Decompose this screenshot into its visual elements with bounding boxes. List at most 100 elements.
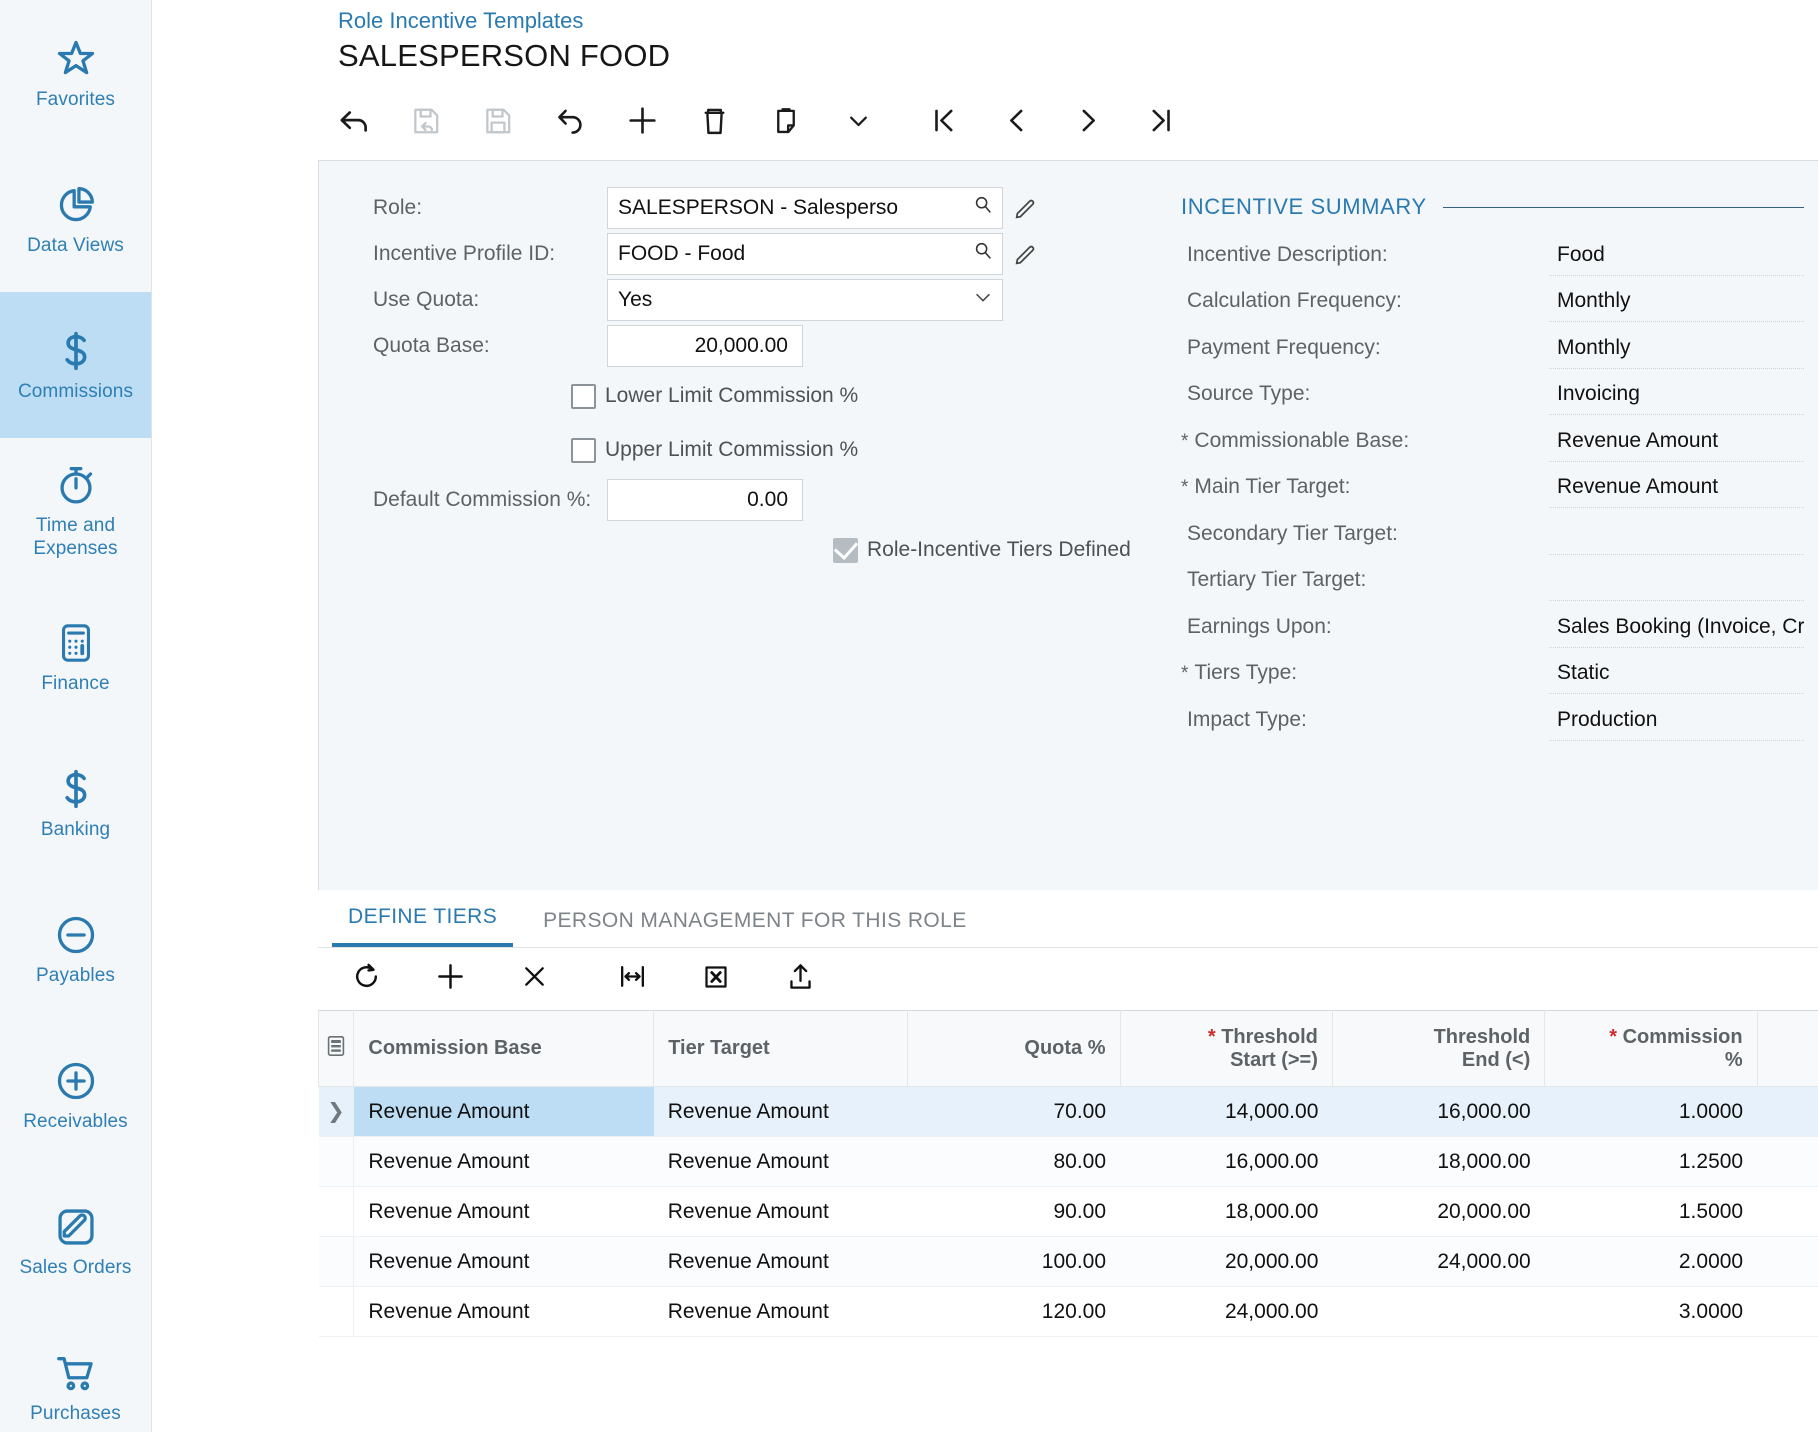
cell-tier-target[interactable]: Revenue Amount [653,1236,908,1287]
fit-columns-button[interactable] [596,952,668,1006]
cell-quota-pct[interactable]: 80.00 [907,1136,1121,1187]
table-row[interactable]: ❯ Revenue Amount Revenue Amount 70.00 14,000… [318,1086,1818,1137]
cell-tier-target[interactable]: Revenue Amount [653,1186,908,1237]
column-header-quota[interactable]: Quota % [907,1010,1121,1087]
lower-limit-commission-checkbox[interactable] [571,383,596,409]
tab-define-tiers[interactable]: DEFINE TIERS [332,905,514,947]
cell-bonus[interactable]: 0.00 [1757,1136,1818,1187]
sidebar-item-data-views[interactable]: Data Views [0,146,151,292]
use-quota-select[interactable]: Yes [607,279,1003,321]
column-header-tier-target[interactable]: Tier Target [653,1010,909,1087]
breadcrumb[interactable]: Role Incentive Templates [338,8,583,34]
edit-incentive-profile-pencil-icon[interactable] [1003,241,1049,267]
tab-person-management-for-this-role[interactable]: PERSON MANAGEMENT FOR THIS ROLE [527,909,983,947]
cell-quota-pct[interactable]: 70.00 [907,1086,1121,1137]
summary-label-text: Earnings Upon: [1187,614,1332,638]
next-record-button[interactable] [1052,95,1124,151]
cell-threshold-end[interactable]: 18,000.00 [1332,1136,1545,1187]
cell-tier-target[interactable]: Revenue Amount [653,1136,908,1187]
cell-tier-target[interactable]: Revenue Amount [653,1086,908,1137]
cell-threshold-start[interactable]: 18,000.00 [1120,1186,1333,1237]
cell-bonus[interactable]: 0.00 [1757,1186,1818,1237]
cell-quota-pct[interactable]: 90.00 [907,1186,1121,1237]
export-excel-icon [701,962,731,997]
plus-button[interactable] [606,95,678,151]
cell-commission-base[interactable]: Revenue Amount [353,1086,654,1137]
role-incentive-tiers-defined-checkbox[interactable] [833,537,858,563]
clipboard-button[interactable] [750,95,822,151]
chevron-down-button[interactable] [822,95,894,151]
cell-commission-pct[interactable]: 1.2500 [1544,1136,1758,1187]
cell-threshold-start[interactable]: 16,000.00 [1120,1136,1333,1187]
row-selector[interactable] [318,1136,355,1187]
back-arrow-button[interactable] [318,95,390,151]
calculator-icon [53,620,99,666]
sidebar-item-commissions[interactable]: Commissions [0,292,151,438]
row-selector[interactable] [318,1236,355,1287]
sidebar-item-sales-orders[interactable]: Sales Orders [0,1168,151,1314]
table-row[interactable]: Revenue Amount Revenue Amount 90.00 18,000.… [318,1186,1818,1237]
last-record-button[interactable] [1124,95,1196,151]
row-selector[interactable] [318,1286,355,1337]
search-icon[interactable] [972,194,994,222]
sidebar-item-favorites[interactable]: Favorites [0,0,151,146]
cell-commission-pct[interactable]: 1.0000 [1544,1086,1758,1137]
table-row[interactable]: Revenue Amount Revenue Amount 100.00 20,000… [318,1236,1818,1287]
cell-tier-target[interactable]: Revenue Amount [653,1286,908,1337]
row-expand-chevron-icon[interactable]: ❯ [318,1086,355,1137]
export-excel-button[interactable] [680,952,752,1006]
table-row[interactable]: Revenue Amount Revenue Amount 120.00 24,000… [318,1286,1818,1337]
undo-button[interactable] [534,95,606,151]
cell-commission-base[interactable]: Revenue Amount [353,1236,654,1287]
sidebar-item-banking[interactable]: Banking [0,730,151,876]
incentive-profile-input[interactable]: FOOD - Food [607,233,1003,275]
cell-commission-base[interactable]: Revenue Amount [353,1186,654,1237]
first-record-button[interactable] [908,95,980,151]
column-header-commission[interactable]: * Commission% [1544,1010,1758,1087]
cell-commission-pct[interactable]: 2.0000 [1544,1236,1758,1287]
row-selector[interactable] [318,1186,355,1237]
previous-record-button[interactable] [980,95,1052,151]
cell-threshold-end[interactable]: 20,000.00 [1332,1186,1545,1237]
default-commission-input[interactable]: 0.00 [607,479,803,521]
search-icon[interactable] [972,240,994,268]
cell-threshold-start[interactable]: 14,000.00 [1120,1086,1333,1137]
sidebar-item-receivables[interactable]: Receivables [0,1022,151,1168]
column-header-commission-base[interactable]: Commission Base [353,1010,655,1087]
edit-role-pencil-icon[interactable] [1003,195,1049,221]
cell-threshold-start[interactable]: 24,000.00 [1120,1286,1333,1337]
sidebar-item-time-and-expenses[interactable]: Time and Expenses [0,438,151,584]
chevron-down-icon[interactable] [972,286,994,314]
delete-row-button[interactable] [498,952,570,1006]
column-header-threshold[interactable]: * Threshold Start (>=) [1119,1010,1333,1087]
quota-base-input[interactable]: 20,000.00 [607,325,803,367]
column-settings-icon[interactable] [318,1010,355,1087]
cell-bonus[interactable]: 0.00 [1757,1286,1818,1337]
cell-bonus[interactable]: 0.00 [1757,1086,1818,1137]
summary-label-text: Secondary Tier Target: [1187,521,1398,545]
sidebar-item-payables[interactable]: Payables [0,876,151,1022]
cell-commission-pct[interactable]: 3.0000 [1544,1286,1758,1337]
column-header-bonus[interactable]: * Bonus [1756,1010,1818,1087]
cell-commission-base[interactable]: Revenue Amount [353,1136,654,1187]
upper-limit-commission-checkbox[interactable] [571,437,596,463]
cell-quota-pct[interactable]: 100.00 [907,1236,1121,1287]
cell-threshold-end[interactable] [1332,1286,1545,1337]
plus-button[interactable] [414,952,486,1006]
cell-threshold-end[interactable]: 16,000.00 [1332,1086,1545,1137]
refresh-button[interactable] [330,952,402,1006]
sidebar-item-finance[interactable]: Finance [0,584,151,730]
section-divider [1442,206,1804,208]
cell-quota-pct[interactable]: 120.00 [907,1286,1121,1337]
trash-button[interactable] [678,95,750,151]
cell-threshold-start[interactable]: 20,000.00 [1120,1236,1333,1287]
table-row[interactable]: Revenue Amount Revenue Amount 80.00 16,000.… [318,1136,1818,1187]
cell-threshold-end[interactable]: 24,000.00 [1332,1236,1545,1287]
sidebar-item-purchases[interactable]: Purchases [0,1314,151,1432]
role-input[interactable]: SALESPERSON - Salesperso [607,187,1003,229]
column-header-threshold[interactable]: Threshold End (<) [1331,1010,1546,1087]
cell-commission-base[interactable]: Revenue Amount [353,1286,654,1337]
upload-button[interactable] [764,952,836,1006]
cell-commission-pct[interactable]: 1.5000 [1544,1186,1758,1237]
cell-bonus[interactable]: 0.00 [1757,1236,1818,1287]
